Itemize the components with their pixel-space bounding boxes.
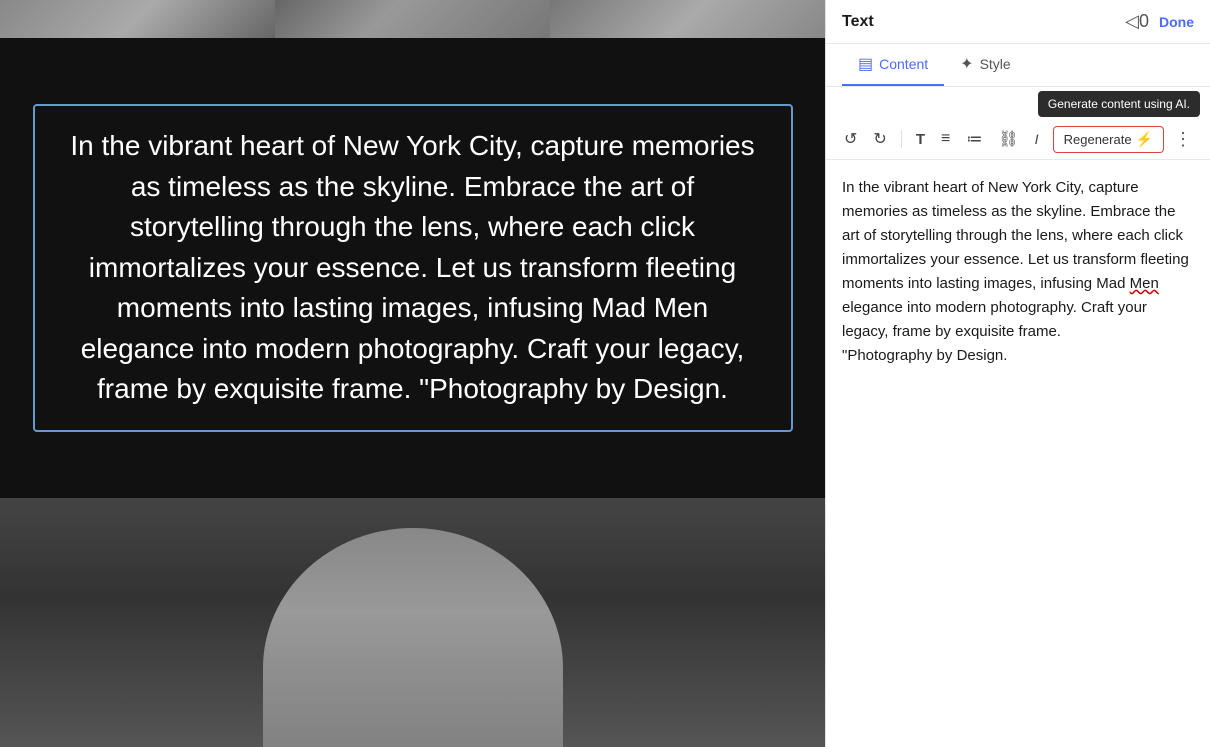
regenerate-label: Regenerate	[1064, 132, 1132, 147]
style-tab-icon: ✦	[960, 54, 973, 74]
undo-button[interactable]: ↺	[838, 125, 863, 153]
canvas-area: In the vibrant heart of New York City, c…	[0, 0, 825, 747]
link-button[interactable]: ⛓	[992, 125, 1024, 153]
redo-button[interactable]: ↻	[867, 125, 892, 153]
bold-icon: T	[916, 131, 925, 148]
right-panel: Text ◁0 Done ▤ Content ✦ Style Generate …	[825, 0, 1210, 747]
back-icon-symbol: ◁0	[1125, 11, 1149, 32]
list-icon: ≔	[966, 129, 982, 149]
content-tab-icon: ▤	[858, 54, 873, 74]
panel-tabs: ▤ Content ✦ Style	[826, 44, 1210, 87]
canvas-top-images	[0, 0, 825, 38]
panel-header-actions: ◁0 Done	[1125, 11, 1194, 32]
panel-header: Text ◁0 Done	[826, 0, 1210, 44]
bold-button[interactable]: T	[910, 127, 931, 152]
align-button[interactable]: ≡	[935, 126, 956, 152]
canvas-main-text: In the vibrant heart of New York City, c…	[65, 126, 761, 410]
more-options-button[interactable]: ⋮	[1168, 127, 1198, 152]
align-icon: ≡	[941, 130, 950, 148]
spell-check-word: Men	[1130, 275, 1159, 292]
italic-icon: I	[1035, 131, 1039, 147]
lightning-icon: ⚡	[1136, 131, 1153, 148]
list-button[interactable]: ≔	[960, 125, 988, 153]
ai-tooltip: Generate content using AI.	[1038, 91, 1200, 117]
undo-icon: ↺	[844, 129, 857, 149]
panel-title: Text	[842, 13, 874, 31]
canvas-text-box[interactable]: In the vibrant heart of New York City, c…	[33, 104, 793, 432]
regenerate-button[interactable]: Regenerate ⚡	[1053, 126, 1164, 153]
tooltip-container: Generate content using AI.	[826, 87, 1210, 119]
toolbar-row: ↺ ↻ T ≡ ≔ ⛓ I	[826, 119, 1210, 160]
jeans-image	[550, 0, 825, 38]
tab-style[interactable]: ✦ Style	[944, 44, 1027, 86]
toolbar-right: Regenerate ⚡ ⋮	[1053, 126, 1198, 153]
toolbar-separator-1	[901, 130, 902, 148]
canvas-bottom-image	[0, 498, 825, 747]
person-silhouette	[263, 528, 563, 747]
more-icon: ⋮	[1174, 129, 1192, 149]
content-tab-label: Content	[879, 56, 928, 72]
redo-icon: ↻	[873, 129, 886, 149]
panel-back-icon[interactable]: ◁0	[1125, 11, 1149, 32]
canvas-dark-section: In the vibrant heart of New York City, c…	[0, 38, 825, 498]
done-button[interactable]: Done	[1159, 14, 1194, 30]
toolbar-left: ↺ ↻ T ≡ ≔ ⛓ I	[838, 125, 1045, 153]
toolbar-wrapper: ↺ ↻ T ≡ ≔ ⛓ I	[826, 119, 1210, 160]
style-tab-label: Style	[980, 56, 1011, 72]
keyboard-image	[0, 0, 275, 38]
people-image	[275, 0, 550, 38]
text-content-area[interactable]: In the vibrant heart of New York City, c…	[826, 160, 1210, 747]
link-icon: ⛓	[998, 129, 1018, 149]
editor-text: In the vibrant heart of New York City, c…	[842, 176, 1194, 368]
tab-content[interactable]: ▤ Content	[842, 44, 944, 86]
italic-button[interactable]: I	[1029, 127, 1045, 151]
